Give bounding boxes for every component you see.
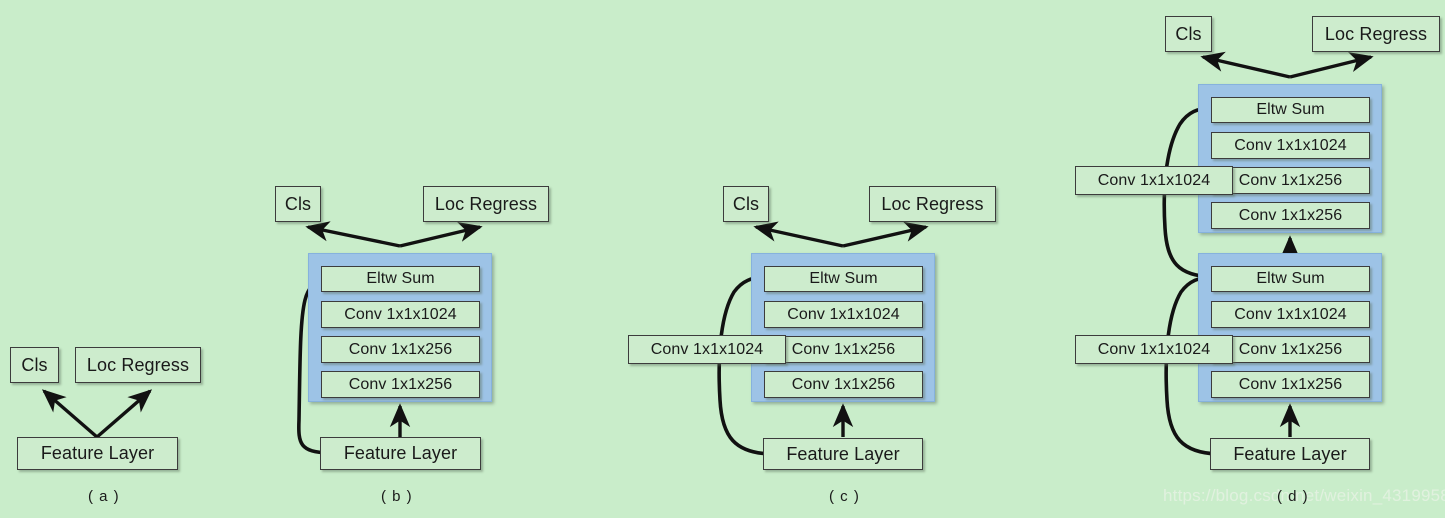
panel-c-side-conv-1024-box: Conv 1x1x1024 bbox=[628, 335, 786, 364]
panel-c-conv-1024-label: Conv 1x1x1024 bbox=[787, 306, 900, 324]
panel-d-feature-layer-label: Feature Layer bbox=[1233, 444, 1346, 465]
panel-b-cls-box: Cls bbox=[275, 186, 321, 222]
panel-c-side-conv-1024-label: Conv 1x1x1024 bbox=[651, 341, 764, 359]
panel-d-loc-regress-box: Loc Regress bbox=[1312, 16, 1440, 52]
panel-d-cls-label: Cls bbox=[1175, 24, 1201, 45]
panel-b-conv-1024-box: Conv 1x1x1024 bbox=[321, 301, 480, 328]
panel-d-cls-box: Cls bbox=[1165, 16, 1212, 52]
panel-d-lower-conv-256-box-2: Conv 1x1x256 bbox=[1211, 371, 1370, 398]
panel-d-upper-conv-1024-label: Conv 1x1x1024 bbox=[1234, 137, 1347, 155]
panel-a-feature-layer-box: Feature Layer bbox=[17, 437, 178, 470]
panel-b-feature-layer-box: Feature Layer bbox=[320, 437, 481, 470]
panel-b-cls-label: Cls bbox=[285, 194, 311, 215]
figure-canvas: Cls Loc Regress Feature Layer ( a ) Cls … bbox=[0, 0, 1445, 518]
panel-d-upper-conv-256-box-1: Conv 1x1x256 bbox=[1211, 167, 1370, 194]
panel-c-conv-256-label-2: Conv 1x1x256 bbox=[792, 376, 896, 394]
panel-b-conv-1024-label: Conv 1x1x1024 bbox=[344, 306, 457, 324]
panel-d-upper-side-conv-1024-box: Conv 1x1x1024 bbox=[1075, 166, 1233, 195]
panel-d-upper-eltw-sum-box: Eltw Sum bbox=[1211, 97, 1370, 123]
panel-d-lower-conv-256-label-1: Conv 1x1x256 bbox=[1239, 341, 1343, 359]
panel-d-upper-side-conv-1024-label: Conv 1x1x1024 bbox=[1098, 172, 1211, 190]
panel-b-conv-256-label-2: Conv 1x1x256 bbox=[349, 376, 453, 394]
panel-a-feature-layer-label: Feature Layer bbox=[41, 443, 154, 464]
panel-d-lower-eltw-sum-box: Eltw Sum bbox=[1211, 266, 1370, 292]
panel-c-eltw-sum-box: Eltw Sum bbox=[764, 266, 923, 292]
panel-b-conv-256-box-1: Conv 1x1x256 bbox=[321, 336, 480, 363]
panel-b-caption: ( b ) bbox=[381, 488, 413, 505]
panel-d-upper-conv-256-label-2: Conv 1x1x256 bbox=[1239, 207, 1343, 225]
panel-d-upper-conv-256-box-2: Conv 1x1x256 bbox=[1211, 202, 1370, 229]
panel-d-lower-conv-256-label-2: Conv 1x1x256 bbox=[1239, 376, 1343, 394]
panel-b-conv-256-label-1: Conv 1x1x256 bbox=[349, 341, 453, 359]
panel-a-cls-box: Cls bbox=[10, 347, 59, 383]
panel-c-feature-layer-label: Feature Layer bbox=[786, 444, 899, 465]
panel-b-loc-regress-label: Loc Regress bbox=[435, 194, 537, 215]
panel-a-caption: ( a ) bbox=[88, 488, 120, 505]
panel-d-lower-conv-1024-label: Conv 1x1x1024 bbox=[1234, 306, 1347, 324]
panel-c-caption: ( c ) bbox=[829, 488, 860, 505]
panel-c-loc-regress-label: Loc Regress bbox=[881, 194, 983, 215]
panel-b-feature-layer-label: Feature Layer bbox=[344, 443, 457, 464]
panel-c-loc-regress-box: Loc Regress bbox=[869, 186, 996, 222]
panel-c-conv-1024-box: Conv 1x1x1024 bbox=[764, 301, 923, 328]
panel-a-arrows bbox=[44, 391, 150, 437]
panel-d-upper-conv-256-label-1: Conv 1x1x256 bbox=[1239, 172, 1343, 190]
panel-d-lower-side-conv-1024-box: Conv 1x1x1024 bbox=[1075, 335, 1233, 364]
panel-d-loc-regress-label: Loc Regress bbox=[1325, 24, 1427, 45]
panel-a-cls-label: Cls bbox=[21, 355, 47, 376]
panel-d-feature-layer-box: Feature Layer bbox=[1210, 438, 1370, 470]
panel-b-conv-256-box-2: Conv 1x1x256 bbox=[321, 371, 480, 398]
panel-d-lower-side-conv-1024-label: Conv 1x1x1024 bbox=[1098, 341, 1211, 359]
panel-a-loc-regress-box: Loc Regress bbox=[75, 347, 201, 383]
panel-c-eltw-sum-label: Eltw Sum bbox=[809, 270, 877, 288]
panel-c-conv-256-label-1: Conv 1x1x256 bbox=[792, 341, 896, 359]
panel-d-lower-eltw-sum-label: Eltw Sum bbox=[1256, 270, 1324, 288]
panel-c-cls-label: Cls bbox=[733, 194, 759, 215]
panel-a-loc-regress-label: Loc Regress bbox=[87, 355, 189, 376]
panel-b-eltw-sum-label: Eltw Sum bbox=[366, 270, 434, 288]
panel-c-feature-layer-box: Feature Layer bbox=[763, 438, 923, 470]
panel-d-upper-eltw-sum-label: Eltw Sum bbox=[1256, 101, 1324, 119]
panel-d-lower-conv-1024-box: Conv 1x1x1024 bbox=[1211, 301, 1370, 328]
panel-c-conv-256-box-1: Conv 1x1x256 bbox=[764, 336, 923, 363]
panel-c-cls-box: Cls bbox=[723, 186, 769, 222]
panel-c-conv-256-box-2: Conv 1x1x256 bbox=[764, 371, 923, 398]
panel-d-upper-conv-1024-box: Conv 1x1x1024 bbox=[1211, 132, 1370, 159]
panel-d-lower-conv-256-box-1: Conv 1x1x256 bbox=[1211, 336, 1370, 363]
panel-b-eltw-sum-box: Eltw Sum bbox=[321, 266, 480, 292]
panel-d-caption: ( d ) bbox=[1277, 488, 1309, 505]
panel-b-loc-regress-box: Loc Regress bbox=[423, 186, 549, 222]
